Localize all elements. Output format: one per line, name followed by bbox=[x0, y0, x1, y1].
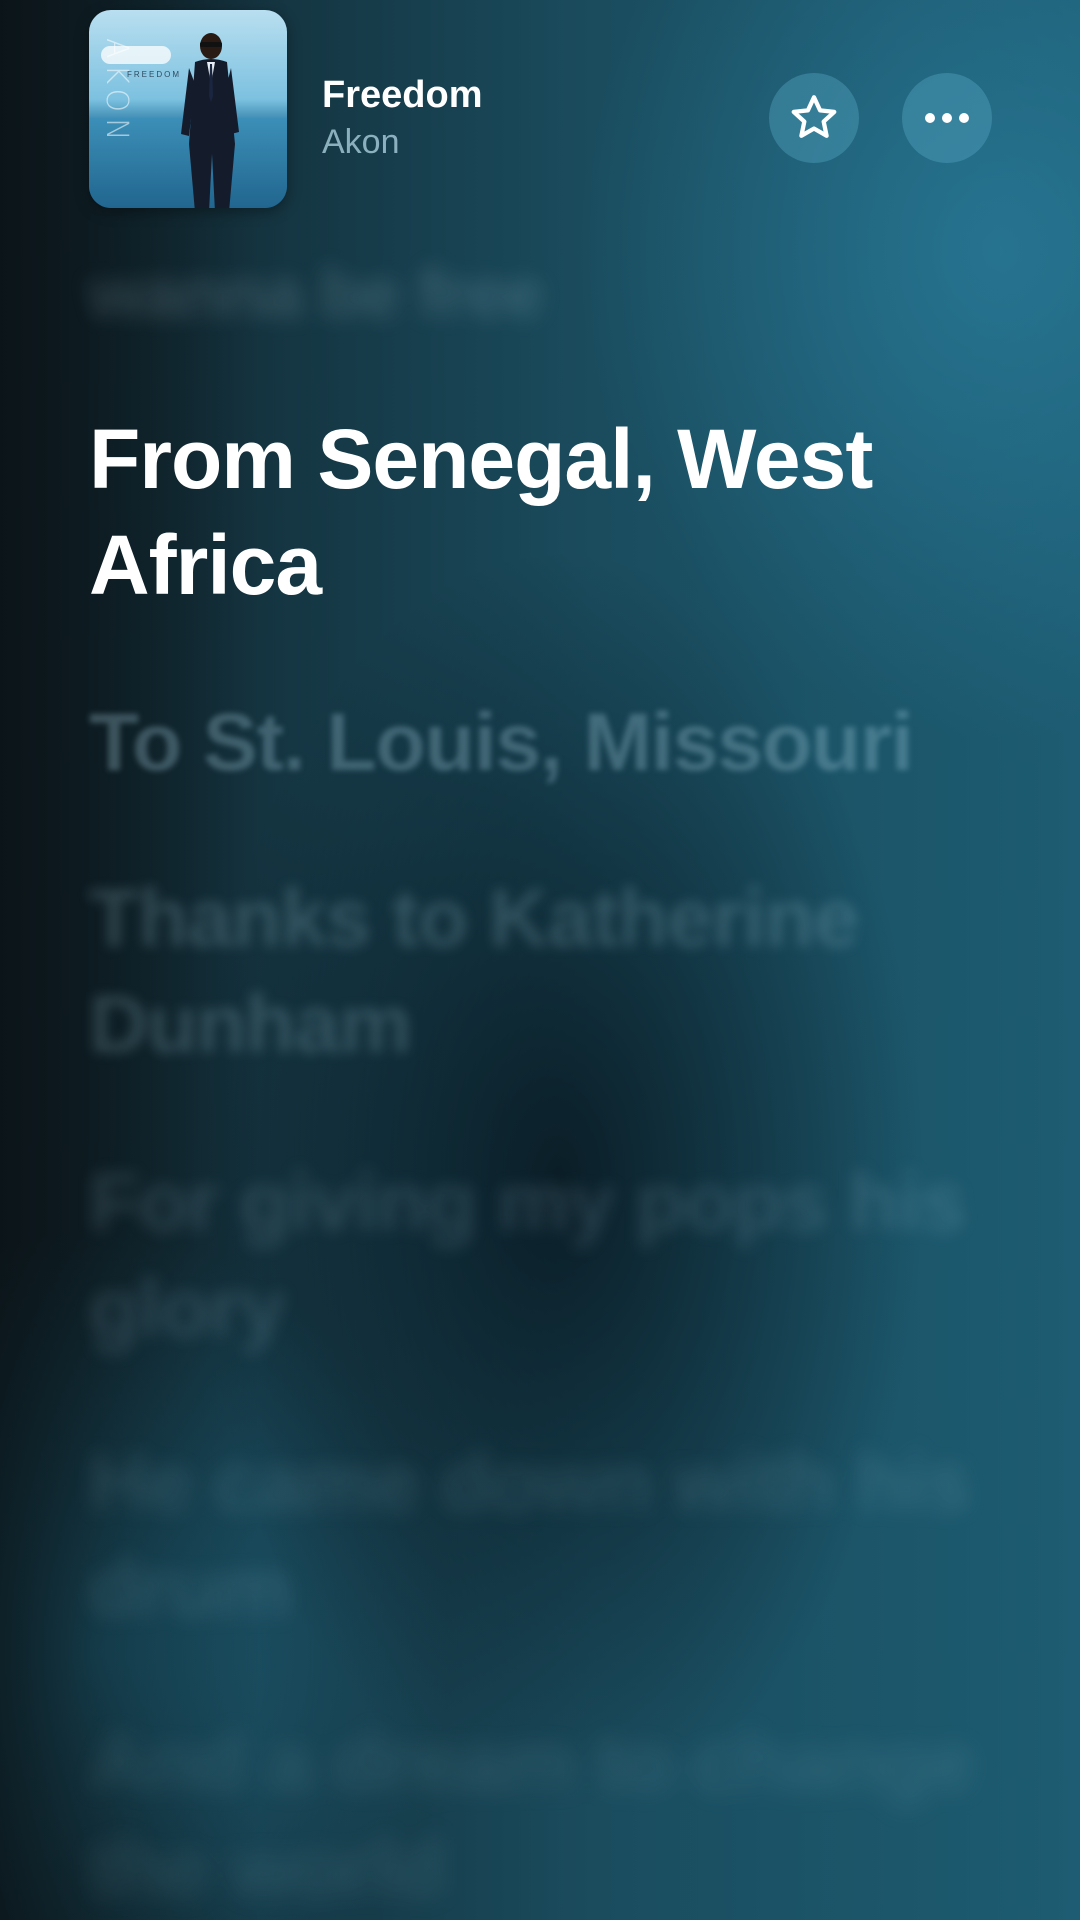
song-title[interactable]: Freedom bbox=[322, 74, 482, 117]
lyric-line-previous[interactable]: wanna be free bbox=[89, 240, 989, 346]
lyric-line-upcoming[interactable]: He came down with his drum bbox=[89, 1430, 989, 1642]
album-art-vertical-text: AKON bbox=[99, 38, 134, 147]
lyrics-view[interactable]: wanna be free From Senegal, West Africa … bbox=[0, 0, 1080, 1920]
lyric-line-upcoming[interactable]: And a dream to change the world bbox=[89, 1710, 989, 1920]
lyrics-screen: wanna be free From Senegal, West Africa … bbox=[0, 0, 1080, 1920]
now-playing-header: AKON FREEDOM Freedom Akon bbox=[0, 0, 1080, 230]
lyric-line-upcoming[interactable]: To St. Louis, Missouri bbox=[89, 690, 989, 796]
favorite-button[interactable] bbox=[769, 73, 859, 163]
lyric-line-current[interactable]: From Senegal, West Africa bbox=[89, 406, 989, 618]
lyric-line-upcoming[interactable]: For giving my pops his glory bbox=[89, 1150, 989, 1362]
ellipsis-icon bbox=[925, 113, 969, 123]
song-artist[interactable]: Akon bbox=[322, 123, 400, 162]
star-icon bbox=[791, 95, 837, 138]
more-options-button[interactable] bbox=[902, 73, 992, 163]
lyric-line-upcoming[interactable]: Thanks to Katherine Dunham bbox=[89, 866, 989, 1078]
album-art-figure bbox=[181, 33, 239, 208]
album-artwork[interactable]: AKON FREEDOM bbox=[89, 10, 287, 208]
